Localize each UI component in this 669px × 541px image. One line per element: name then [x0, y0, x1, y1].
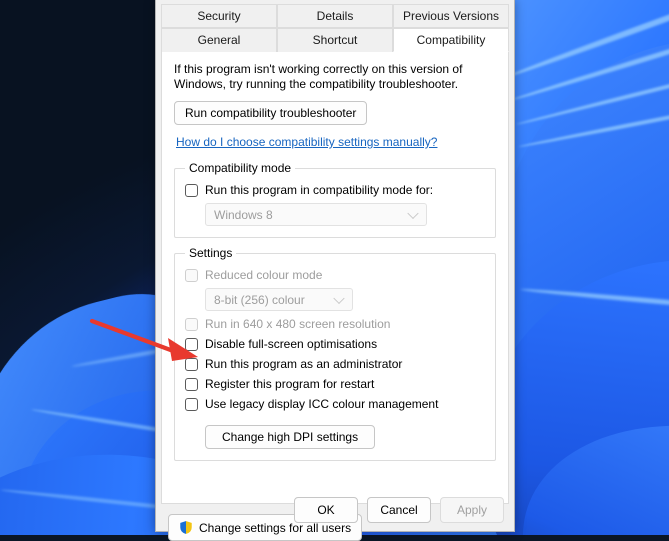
- compatibility-mode-dropdown[interactable]: Windows 8: [205, 203, 427, 226]
- legacy-icc-colour-label[interactable]: Use legacy display ICC colour management: [205, 397, 438, 411]
- tab-previous-versions[interactable]: Previous Versions: [393, 4, 509, 28]
- cancel-button[interactable]: Cancel: [367, 497, 431, 523]
- ok-button[interactable]: OK: [294, 497, 358, 523]
- tab-general[interactable]: General: [161, 28, 277, 52]
- reduced-colour-mode-label: Reduced colour mode: [205, 268, 323, 282]
- reduced-colour-mode-row: Reduced colour mode: [185, 268, 485, 282]
- tab-details[interactable]: Details: [277, 4, 393, 28]
- dropdown-value: Windows 8: [214, 207, 273, 222]
- checkbox-icon[interactable]: [185, 183, 198, 197]
- compatibility-mode-legend: Compatibility mode: [189, 161, 292, 175]
- checkbox-icon: [185, 317, 198, 331]
- register-for-restart-label[interactable]: Register this program for restart: [205, 377, 374, 391]
- tab-label: Shortcut: [312, 33, 358, 47]
- compatibility-mode-group: Compatibility mode Run this program in c…: [174, 161, 496, 238]
- colour-depth-dropdown: 8-bit (256) colour: [205, 288, 353, 311]
- tab-compatibility[interactable]: Compatibility: [393, 28, 509, 52]
- disable-fullscreen-optimisations-label[interactable]: Disable full-screen optimisations: [205, 337, 377, 351]
- chevron-down-icon: [333, 292, 345, 304]
- checkbox-icon[interactable]: [185, 357, 198, 371]
- compatibility-tab-panel: If this program isn't working correctly …: [161, 52, 509, 504]
- tab-strip: Security Details Previous Versions Gener…: [156, 0, 514, 52]
- tab-label: Security: [197, 9, 241, 23]
- intro-text: If this program isn't working correctly …: [174, 62, 463, 91]
- checkbox-icon[interactable]: [185, 397, 198, 411]
- tab-security[interactable]: Security: [161, 4, 277, 28]
- tab-label: Compatibility: [416, 33, 486, 47]
- tab-row-top: Security Details Previous Versions: [161, 4, 509, 28]
- chevron-down-icon: [407, 207, 419, 219]
- checkbox-icon[interactable]: [185, 377, 198, 391]
- legacy-icc-colour-row[interactable]: Use legacy display ICC colour management: [185, 397, 485, 411]
- checkbox-icon[interactable]: [185, 337, 198, 351]
- apply-button: Apply: [440, 497, 504, 523]
- dialog-button-bar: OK Cancel Apply: [156, 497, 514, 523]
- run-compatibility-troubleshooter-button[interactable]: Run compatibility troubleshooter: [174, 101, 368, 125]
- properties-dialog: Security Details Previous Versions Gener…: [155, 0, 515, 541]
- checkbox-icon: [185, 268, 198, 282]
- settings-legend: Settings: [189, 246, 233, 260]
- register-for-restart-row[interactable]: Register this program for restart: [185, 377, 485, 391]
- low-resolution-label: Run in 640 x 480 screen resolution: [205, 317, 391, 331]
- run-as-administrator-row[interactable]: Run this program as an administrator: [185, 357, 485, 371]
- compatibility-mode-checkbox-label[interactable]: Run this program in compatibility mode f…: [205, 183, 433, 197]
- dropdown-value: 8-bit (256) colour: [214, 292, 305, 307]
- tab-label: General: [197, 33, 241, 47]
- help-link[interactable]: How do I choose compatibility settings m…: [176, 135, 437, 149]
- disable-fullscreen-optimisations-row[interactable]: Disable full-screen optimisations: [185, 337, 485, 351]
- settings-group: Settings Reduced colour mode 8-bit (256)…: [174, 246, 496, 461]
- tab-label: Previous Versions: [402, 9, 500, 23]
- low-resolution-row: Run in 640 x 480 screen resolution: [185, 317, 485, 331]
- tab-row-bottom: General Shortcut Compatibility: [161, 28, 509, 52]
- tab-label: Details: [316, 9, 354, 23]
- compatibility-mode-checkbox-row[interactable]: Run this program in compatibility mode f…: [185, 183, 485, 197]
- tab-shortcut[interactable]: Shortcut: [277, 28, 393, 52]
- change-high-dpi-settings-button[interactable]: Change high DPI settings: [205, 425, 376, 449]
- run-as-administrator-label[interactable]: Run this program as an administrator: [205, 357, 402, 371]
